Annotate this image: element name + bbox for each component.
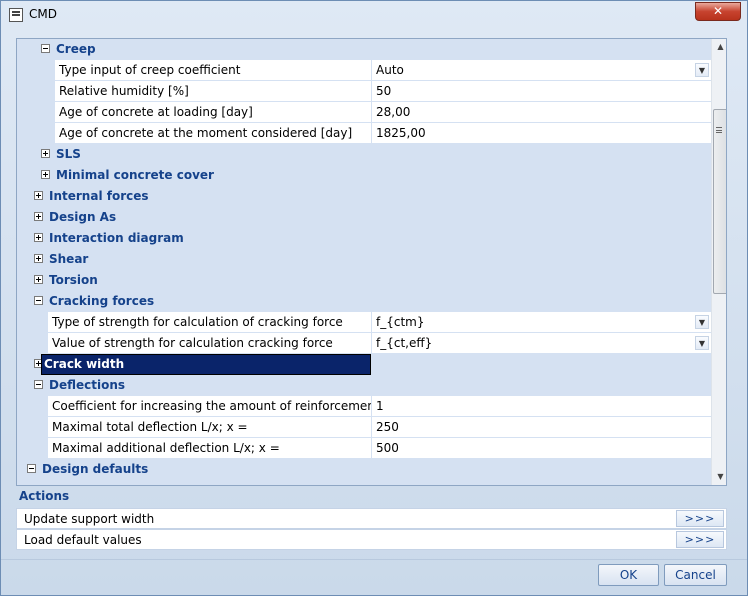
grid-category-design-as[interactable]: Design As: [17, 207, 711, 228]
category-label: Design defaults: [42, 462, 149, 476]
property-value-input[interactable]: 500: [371, 438, 711, 459]
grid-category-sls[interactable]: SLS: [17, 144, 711, 165]
category-label: Interaction diagram: [49, 231, 184, 245]
property-value-input[interactable]: 50: [371, 81, 711, 102]
dropdown-arrow-icon[interactable]: ▼: [695, 315, 709, 329]
grid-property-row[interactable]: Age of concrete at the moment considered…: [17, 123, 711, 144]
property-value-input[interactable]: 250: [371, 417, 711, 438]
category-label: Creep: [56, 42, 96, 56]
property-value-select[interactable]: f_{ctm} ▼: [371, 312, 711, 333]
property-value-select[interactable]: f_{ct,eff} ▼: [371, 333, 711, 354]
grid-property-row[interactable]: Type input of creep coefficient Auto ▼: [17, 60, 711, 81]
category-label: Torsion: [49, 273, 98, 287]
grid-property-row[interactable]: Relative humidity [%] 50: [17, 81, 711, 102]
action-row-load-default-values[interactable]: Load default values >>>: [16, 529, 727, 550]
scrollbar-grip-icon: [716, 127, 722, 133]
property-value-text: 1: [376, 399, 384, 413]
category-label: Crack width: [44, 357, 125, 371]
grid-category-internal-forces[interactable]: Internal forces: [17, 186, 711, 207]
grid-category-cracking-forces[interactable]: Cracking forces: [17, 291, 711, 312]
category-label: Shear: [49, 252, 89, 266]
property-value-text: 1825,00: [376, 126, 426, 140]
collapse-icon[interactable]: [34, 296, 43, 305]
grid-category-shear[interactable]: Shear: [17, 249, 711, 270]
scroll-down-arrow-icon[interactable]: ▼: [713, 469, 726, 485]
property-name: Age of concrete at loading [day]: [55, 102, 371, 123]
property-value-input[interactable]: 1: [371, 396, 711, 417]
property-value-text: f_{ctm}: [376, 315, 425, 329]
category-label: Minimal concrete cover: [56, 168, 214, 182]
grid-property-row[interactable]: Maximal total deflection L/x; x = 250: [17, 417, 711, 438]
selected-category-highlight[interactable]: Crack width: [41, 354, 371, 375]
action-label: Load default values: [24, 533, 142, 547]
grid-category-creep[interactable]: Creep: [17, 39, 711, 60]
grid-property-row[interactable]: Age of concrete at loading [day] 28,00: [17, 102, 711, 123]
property-name: Type input of creep coefficient: [55, 60, 371, 81]
grid-category-design-defaults[interactable]: Design defaults: [17, 459, 711, 480]
property-name: Maximal total deflection L/x; x =: [48, 417, 371, 438]
property-value-text: 50: [376, 84, 392, 98]
property-name: Value of strength for calculation cracki…: [48, 333, 371, 354]
title-bar[interactable]: CMD ✕: [1, 1, 747, 29]
category-label: Design As: [49, 210, 117, 224]
window-title: CMD: [29, 7, 57, 21]
expand-icon[interactable]: [41, 149, 50, 158]
category-label: Internal forces: [49, 189, 149, 203]
property-name: Coefficient for increasing the amount of…: [48, 396, 371, 417]
collapse-icon[interactable]: [41, 44, 50, 53]
action-label: Update support width: [24, 512, 155, 526]
category-label: Cracking forces: [49, 294, 155, 308]
grid-property-row[interactable]: Maximal additional deflection L/x; x = 50…: [17, 438, 711, 459]
grid-property-row[interactable]: Type of strength for calculation of crac…: [17, 312, 711, 333]
dropdown-arrow-icon[interactable]: ▼: [695, 63, 709, 77]
action-run-button[interactable]: >>>: [676, 531, 724, 548]
property-value-text: 500: [376, 441, 399, 455]
property-value-text: Auto: [376, 63, 404, 77]
property-grid: Creep Type input of creep coefficient Auto…: [16, 38, 727, 486]
property-name: Age of concrete at the moment considered…: [55, 123, 371, 144]
property-value-text: 250: [376, 420, 399, 434]
expand-icon[interactable]: [34, 191, 43, 200]
grid-property-row[interactable]: Coefficient for increasing the amount of…: [17, 396, 711, 417]
action-row-update-support-width[interactable]: Update support width >>>: [16, 508, 727, 529]
property-name: Maximal additional deflection L/x; x =: [48, 438, 371, 459]
actions-header: Actions: [19, 489, 70, 503]
property-value-text: 28,00: [376, 105, 411, 119]
grid-category-interaction-diagram[interactable]: Interaction diagram: [17, 228, 711, 249]
expand-icon[interactable]: [34, 275, 43, 284]
category-label: SLS: [56, 147, 81, 161]
footer-divider: [1, 559, 747, 560]
expand-icon[interactable]: [41, 170, 50, 179]
grid-category-crack-width[interactable]: Crack width: [17, 354, 711, 375]
category-label: Deflections: [49, 378, 126, 392]
dropdown-arrow-icon[interactable]: ▼: [695, 336, 709, 350]
property-value-text: f_{ct,eff}: [376, 336, 433, 350]
vertical-scrollbar[interactable]: ▲ ▼: [711, 39, 726, 485]
property-value-input[interactable]: 1825,00: [371, 123, 711, 144]
scrollbar-thumb[interactable]: [713, 109, 726, 294]
ok-button[interactable]: OK: [598, 564, 659, 586]
collapse-icon[interactable]: [27, 464, 36, 473]
app-icon: [9, 8, 23, 22]
grid-category-deflections[interactable]: Deflections: [17, 375, 711, 396]
close-button[interactable]: ✕: [695, 2, 741, 21]
property-name: Relative humidity [%]: [55, 81, 371, 102]
property-name: Type of strength for calculation of crac…: [48, 312, 371, 333]
property-value-select[interactable]: Auto ▼: [371, 60, 711, 81]
scroll-up-arrow-icon[interactable]: ▲: [713, 39, 726, 55]
expand-icon[interactable]: [34, 212, 43, 221]
grid-property-row[interactable]: Value of strength for calculation cracki…: [17, 333, 711, 354]
expand-icon[interactable]: [34, 254, 43, 263]
grid-category-minimal-concrete-cover[interactable]: Minimal concrete cover: [17, 165, 711, 186]
property-value-input[interactable]: 28,00: [371, 102, 711, 123]
cancel-button[interactable]: Cancel: [664, 564, 727, 586]
collapse-icon[interactable]: [34, 380, 43, 389]
action-run-button[interactable]: >>>: [676, 510, 724, 527]
dialog-window: CMD ✕ Creep Type input of creep coefficie…: [0, 0, 748, 596]
grid-category-torsion[interactable]: Torsion: [17, 270, 711, 291]
expand-icon[interactable]: [34, 233, 43, 242]
